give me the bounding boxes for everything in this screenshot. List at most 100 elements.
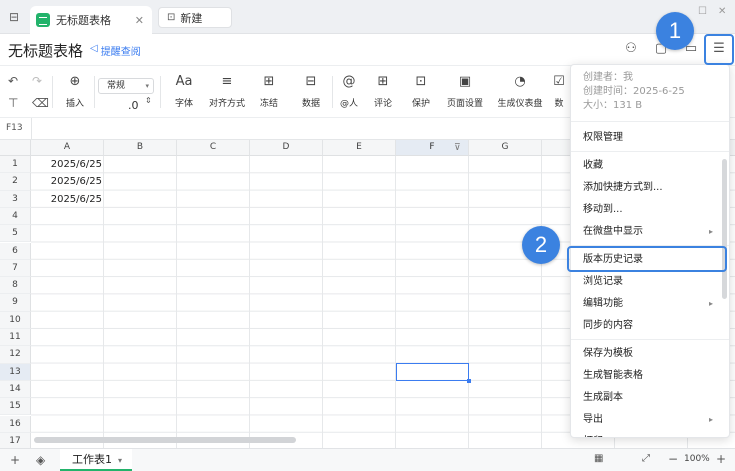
row-header-15[interactable]: 15 (0, 398, 31, 416)
menu-item-move-to[interactable]: 移动到... (571, 199, 729, 221)
row-header-6[interactable]: 6 (0, 242, 31, 260)
row-header-2[interactable]: 2 (0, 173, 31, 191)
menu-item-add-shortcut[interactable]: 添加快捷方式到... (571, 177, 729, 199)
menu-item-generate-smart-sheet[interactable]: 生成智能表格 (571, 365, 729, 387)
reminder-link[interactable]: ◁ 提醒查阅 (90, 43, 141, 58)
selected-cell[interactable] (396, 363, 471, 383)
menu-item-label: 保存为模板 (583, 348, 633, 359)
row-header-14[interactable]: 14 (0, 380, 31, 399)
menu-item-synced-content[interactable]: 同步的内容 (571, 315, 729, 337)
menu-divider (571, 339, 729, 340)
sheet-tab-label: 工作表1 (72, 453, 112, 466)
menu-item-show-in-drive[interactable]: 在微盘中显示 ▸ (571, 221, 729, 243)
megaphone-icon: ◁ (90, 43, 98, 54)
protect-button[interactable]: ⊡ 保护 (406, 72, 436, 109)
format-painter-icon[interactable]: ⊤ (8, 96, 18, 110)
app-menu-icon[interactable]: ⊟ (6, 9, 22, 25)
row-header-17[interactable]: 17 (0, 432, 31, 448)
zoom-out-icon[interactable]: − (668, 452, 678, 466)
row-header-1[interactable]: 1 (0, 156, 31, 174)
redo-icon[interactable]: ↷ (32, 74, 42, 88)
dashboard-label: 生成仪表盘 (497, 99, 543, 109)
decimal-button[interactable]: .0 (128, 99, 139, 112)
row-header-3[interactable]: 3 (0, 190, 31, 208)
cell-reference[interactable]: F13 (6, 123, 23, 133)
menu-item-view-log[interactable]: 浏览记录 (571, 271, 729, 293)
step-badge-1: 1 (656, 12, 694, 50)
menu-item-export[interactable]: 导出 ▸ (571, 409, 729, 431)
chevron-right-icon: ▸ (708, 415, 713, 424)
menu-item-favorite[interactable]: 收藏 (571, 155, 729, 177)
page-setup-button[interactable]: ▣ 页面设置 (444, 72, 486, 109)
cell-a3[interactable]: 2025/6/25 (34, 191, 102, 208)
eraser-icon[interactable]: ⌫ (32, 96, 49, 110)
maximize-icon[interactable]: ☐ (698, 6, 707, 17)
menu-item-make-copy[interactable]: 生成副本 (571, 387, 729, 409)
font-button[interactable]: Aa 字体 (168, 72, 200, 109)
menu-item-print[interactable]: 打印 Ctrl+P (571, 431, 729, 437)
fullscreen-icon[interactable]: ⤢ (642, 453, 650, 464)
menu-scrollbar[interactable] (722, 159, 727, 299)
font-icon: Aa (175, 74, 193, 89)
filter-icon[interactable]: ⊽ (454, 143, 461, 153)
row-header-16[interactable]: 16 (0, 415, 31, 433)
view-mode-icon[interactable]: ▦ (594, 453, 603, 464)
document-info: 创建者：我 创建时间：2025-6-25 大小：131 B (571, 65, 729, 122)
document-title[interactable]: 无标题表格 (8, 40, 83, 61)
created-time-text: 创建时间：2025-6-25 (583, 86, 685, 97)
sheet-tab[interactable]: 工作表1 ▾ (60, 449, 132, 471)
column-header-d[interactable]: D (250, 140, 323, 156)
step-badge-2: 2 (522, 226, 560, 264)
row-header-12[interactable]: 12 (0, 346, 31, 364)
close-icon[interactable]: ✕ (135, 14, 144, 27)
column-header-e[interactable]: E (323, 140, 396, 156)
print-shortcut: Ctrl+P (684, 431, 713, 437)
menu-item-edit-features[interactable]: 编辑功能 ▸ (571, 293, 729, 315)
tab-strip: ⊟ 无标题表格 ✕ ⊡ 新建 ☐ ✕ (0, 0, 735, 34)
row-header-5[interactable]: 5 (0, 225, 31, 243)
zoom-level[interactable]: 100% (684, 454, 710, 464)
data-label: 数据 (301, 99, 320, 109)
close-window-icon[interactable]: ✕ (718, 6, 726, 17)
collect-button[interactable]: ☑ 数 (548, 72, 570, 109)
size-text: 大小：131 B (583, 100, 643, 111)
row-header-4[interactable]: 4 (0, 207, 31, 226)
comment-add-icon: ⊞ (377, 74, 389, 89)
dashboard-button[interactable]: ◔ 生成仪表盘 (494, 72, 546, 109)
row-header-7[interactable]: 7 (0, 259, 31, 278)
menu-item-permissions[interactable]: 权限管理 (571, 127, 729, 149)
align-button[interactable]: ≡ 对齐方式 (206, 72, 248, 109)
at-icon: @ (342, 74, 356, 89)
row-header-8[interactable]: 8 (0, 277, 31, 295)
layers-icon[interactable]: ◈ (36, 453, 45, 467)
horizontal-scrollbar[interactable] (34, 437, 296, 443)
column-header-c[interactable]: C (177, 140, 250, 156)
tab-document[interactable]: 无标题表格 ✕ (30, 6, 152, 34)
tab-new[interactable]: ⊡ 新建 (158, 7, 232, 28)
cell-a1[interactable]: 2025/6/25 (34, 156, 102, 173)
freeze-icon: ⊞ (263, 74, 275, 89)
insert-button[interactable]: ⊕ 插入 (60, 72, 90, 109)
row-header-11[interactable]: 11 (0, 329, 31, 347)
freeze-button[interactable]: ⊞ 冻结 (254, 72, 284, 109)
select-all-corner[interactable] (0, 140, 31, 156)
column-header-b[interactable]: B (104, 140, 177, 156)
zoom-in-icon[interactable]: + (716, 452, 726, 466)
column-header-a[interactable]: A (31, 140, 104, 156)
decimal-stepper-icon[interactable]: ⇕ (145, 96, 152, 105)
row-header-10[interactable]: 10 (0, 311, 31, 329)
number-format-select[interactable]: 常规 ▾ (98, 78, 154, 94)
menu-item-label: 编辑功能 (583, 298, 623, 309)
menu-item-save-as-template[interactable]: 保存为模板 (571, 343, 729, 365)
insert-label: 插入 (65, 99, 84, 109)
column-header-g[interactable]: G (469, 140, 542, 156)
row-header-13[interactable]: 13 (0, 363, 31, 381)
cell-a2[interactable]: 2025/6/25 (34, 173, 102, 190)
undo-icon[interactable]: ↶ (8, 74, 18, 88)
add-collaborator-icon[interactable]: ⚇ (622, 40, 640, 58)
add-sheet-icon[interactable]: + (10, 453, 20, 467)
comment-button[interactable]: ⊞ 评论 (368, 72, 398, 109)
row-header-9[interactable]: 9 (0, 294, 31, 312)
data-button[interactable]: ⊟ 数据 (296, 72, 326, 109)
mention-button[interactable]: @ @人 (336, 72, 362, 109)
